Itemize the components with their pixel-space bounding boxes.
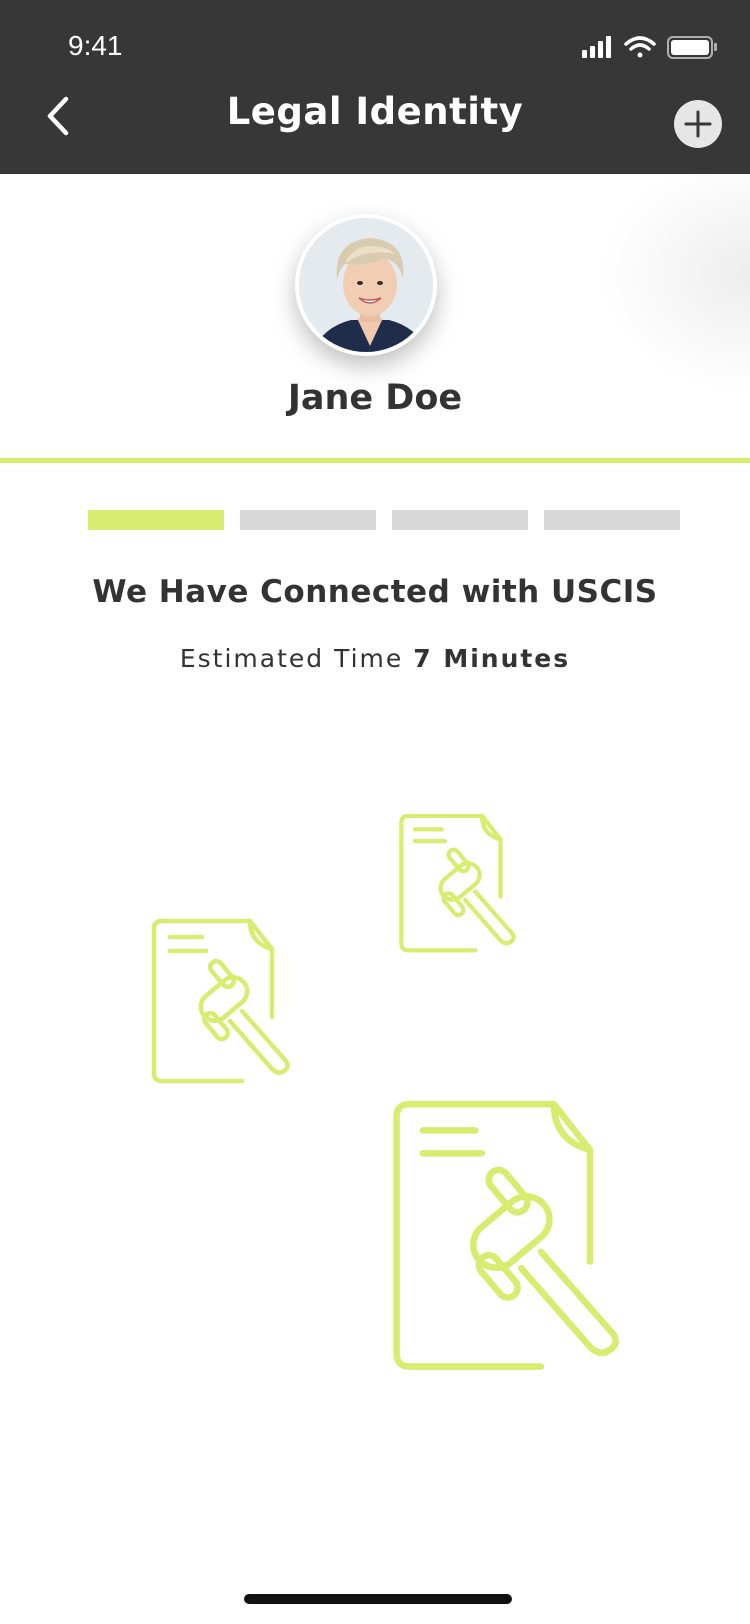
profile-section: Jane Doe (0, 174, 750, 460)
status-time: 9:41 (68, 30, 123, 61)
divider (0, 458, 750, 463)
profile-name: Jane Doe (287, 378, 463, 418)
connection-headline: We Have Connected with USCIS (92, 574, 658, 610)
wifi-icon (624, 36, 656, 58)
legal-document-gavel-icon (151, 918, 290, 1084)
battery-icon (667, 36, 717, 59)
estimate-label: Estimated Time (179, 644, 404, 673)
decorative-glow (600, 174, 750, 394)
progress-step-2 (240, 510, 376, 530)
progress-step-3 (392, 510, 528, 530)
progress-stepper (88, 510, 680, 530)
estimated-time: Estimated Time 7 Minutes (0, 644, 750, 673)
app-header: 9:41 Legal Identity (0, 0, 750, 174)
cellular-signal-icon (582, 36, 611, 58)
avatar (295, 214, 437, 356)
add-button[interactable] (674, 100, 722, 148)
progress-step-1 (88, 510, 224, 530)
status-icons (582, 32, 722, 62)
progress-step-4 (544, 510, 680, 530)
legal-document-gavel-icon (393, 1100, 619, 1370)
estimate-value: 7 Minutes (413, 644, 571, 673)
legal-document-gavel-icon (399, 813, 516, 953)
plus-icon (684, 110, 712, 138)
page-title: Legal Identity (226, 90, 524, 133)
home-indicator[interactable] (244, 1594, 512, 1604)
